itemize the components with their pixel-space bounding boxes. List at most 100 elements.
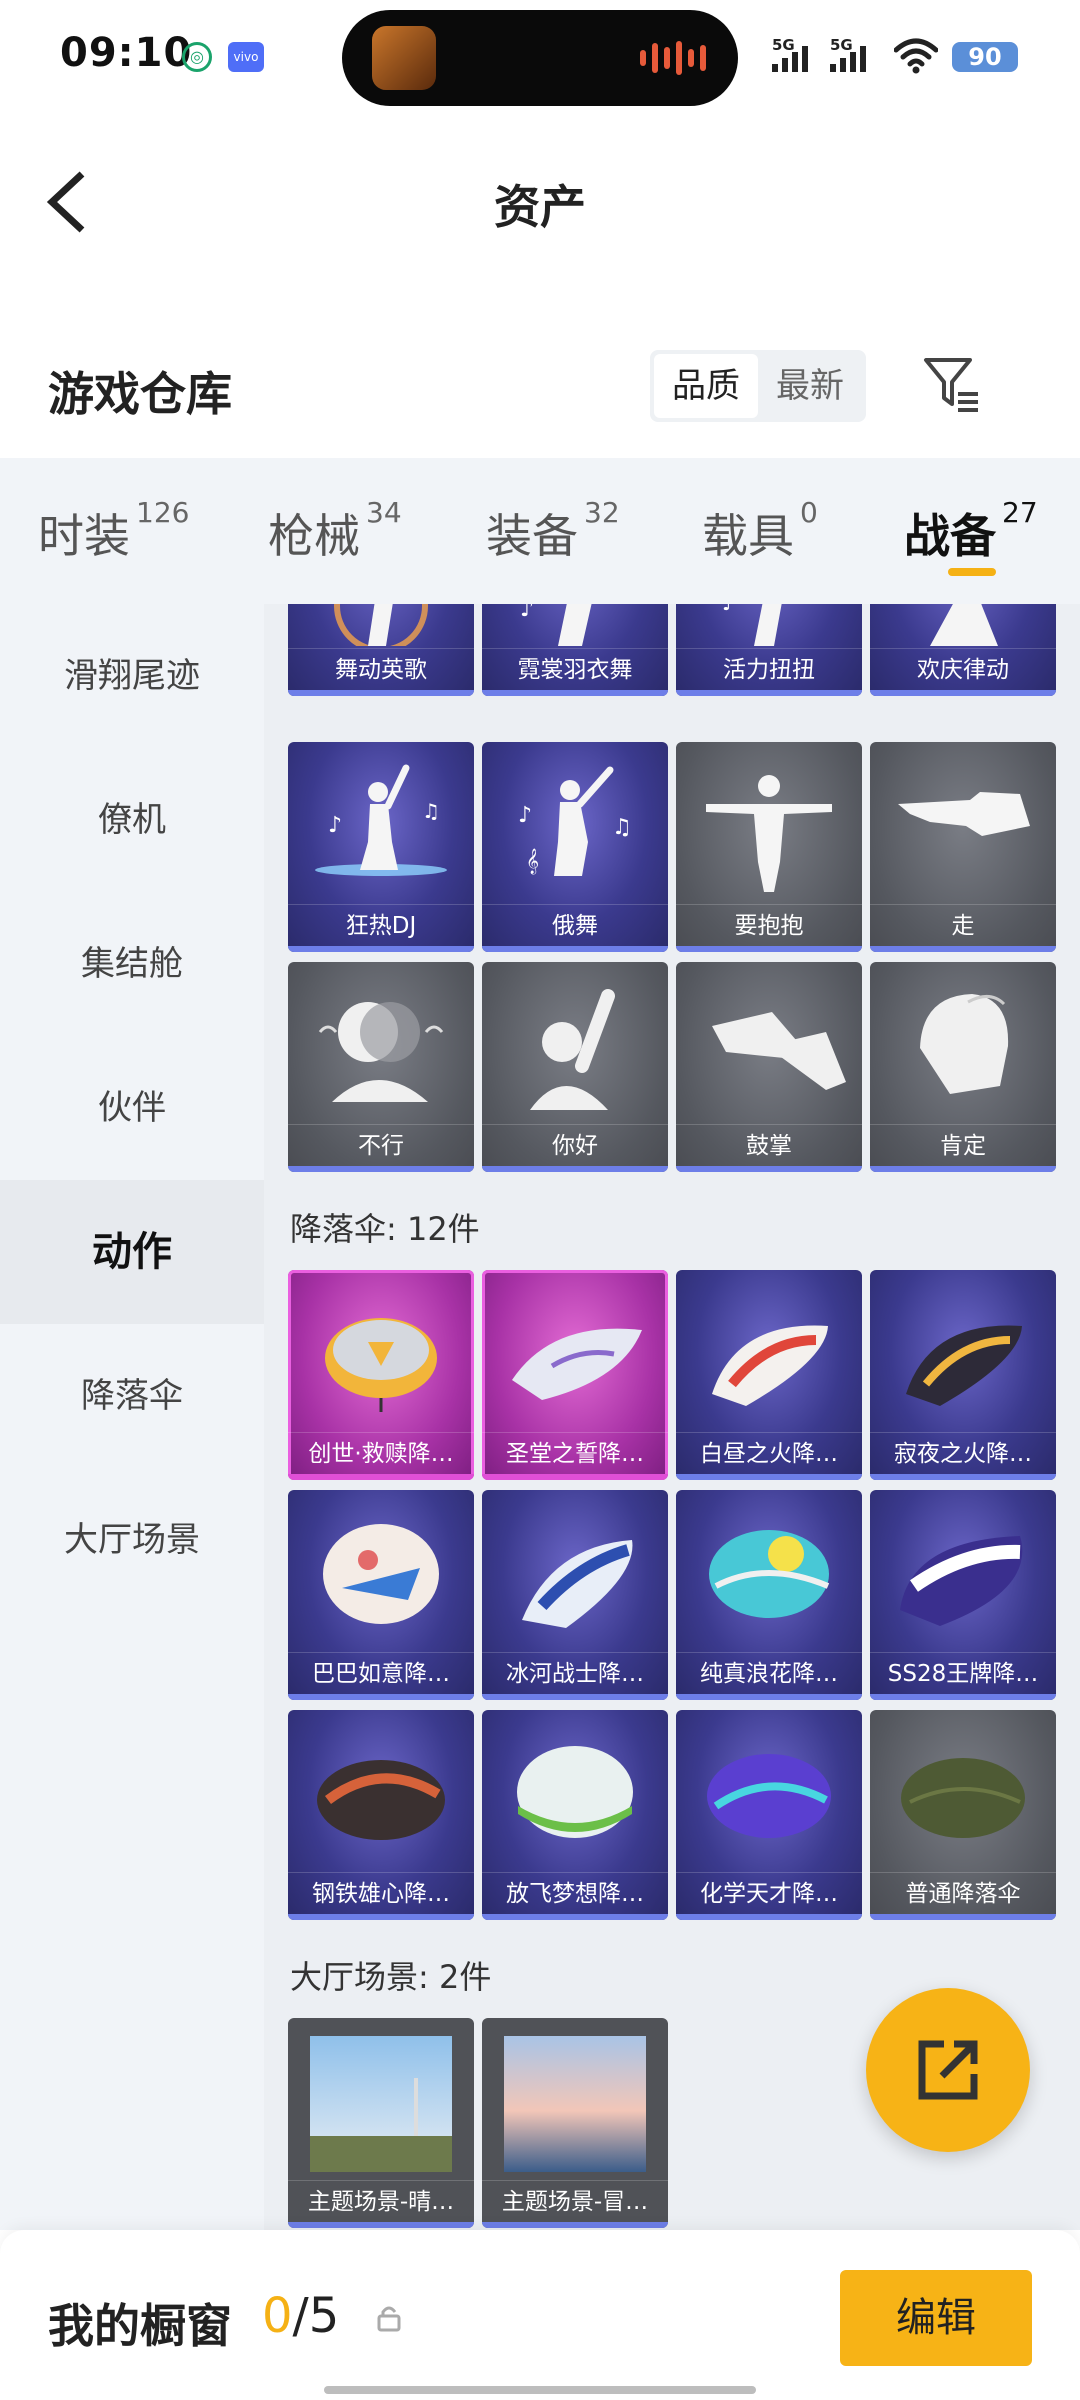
- app-notification-icon: ◎: [182, 42, 212, 72]
- signal-icon-2: 5G: [830, 36, 866, 72]
- parachute-card[interactable]: 巴巴如意降…: [288, 1490, 474, 1700]
- svg-text:𝄞: 𝄞: [526, 848, 539, 874]
- emote-card[interactable]: ♪ ♫ 狂热DJ: [288, 742, 474, 952]
- parachute-icon: [325, 1318, 437, 1412]
- wifi-icon: [894, 38, 938, 74]
- sort-quality-button[interactable]: 品质: [654, 354, 758, 418]
- emote-figure-icon: [706, 775, 832, 892]
- item-grid: 舞动英歌 ♪ 霓裳羽衣舞 ♪ 活力扭扭 欢庆律动 ♪♫ 狂热DJ ♪♫𝄞 俄舞: [264, 604, 1080, 2230]
- sidebar-item-lobby-scene[interactable]: 大厅场景: [0, 1468, 264, 1612]
- emote-card[interactable]: 不行: [288, 962, 474, 1172]
- emote-figure-icon: [334, 604, 428, 646]
- sidebar-item-companion[interactable]: 伙伴: [0, 1036, 264, 1180]
- waving-figure-icon: [530, 989, 615, 1110]
- parachute-icon: [900, 1536, 1023, 1626]
- parachute-icon: [712, 1325, 828, 1406]
- emote-figure-icon: ♪♫: [315, 764, 447, 876]
- emote-figure-icon: ♪: [722, 604, 782, 646]
- tab-fashion[interactable]: 时装 126: [38, 496, 189, 566]
- parachute-icon: [707, 1754, 831, 1838]
- parachute-icon: [323, 1524, 439, 1624]
- signal-icon-1: 5G: [772, 36, 808, 72]
- edit-button[interactable]: 编辑: [840, 2270, 1032, 2366]
- showcase-bar: 我的橱窗 0/5 编辑: [0, 2230, 1080, 2400]
- parachute-card[interactable]: 普通降落伞: [870, 1710, 1056, 1920]
- parachute-icon: [317, 1760, 445, 1840]
- tab-vehicles[interactable]: 载具 0: [702, 496, 818, 566]
- svg-text:♪: ♪: [722, 604, 735, 615]
- sidebar-item-emotes[interactable]: 动作: [0, 1180, 264, 1324]
- svg-text:♪: ♪: [518, 803, 532, 828]
- sidebar-item-parachute[interactable]: 降落伞: [0, 1324, 264, 1468]
- nodding-head-icon: [920, 994, 1009, 1094]
- game-app-icon: [372, 26, 436, 90]
- audio-wave-icon: [640, 40, 706, 76]
- sidebar-item-pod[interactable]: 集结舱: [0, 892, 264, 1036]
- sort-newest-button[interactable]: 最新: [758, 354, 862, 418]
- parachute-icon: [522, 1540, 633, 1628]
- parachute-card[interactable]: SS28王牌降…: [870, 1490, 1056, 1700]
- lobby-scene-section-title: 大厅场景: 2件: [290, 1958, 492, 1996]
- share-icon: [918, 2040, 978, 2100]
- share-button[interactable]: [866, 1988, 1030, 2152]
- parachute-card[interactable]: 冰河战士降…: [482, 1490, 668, 1700]
- clapping-hands-icon: [712, 1012, 846, 1090]
- parachute-card[interactable]: 钢铁雄心降…: [288, 1710, 474, 1920]
- showcase-count: 0/5: [262, 2288, 340, 2344]
- scene-thumbnail: [310, 2036, 452, 2172]
- status-time: 09:10: [60, 30, 193, 76]
- parachute-icon: [517, 1746, 633, 1838]
- emote-card[interactable]: 你好: [482, 962, 668, 1172]
- active-tab-indicator: [948, 568, 996, 576]
- showcase-label: 我的橱窗: [48, 2299, 232, 2353]
- emote-figure-icon: ♪ ♫ 𝄞: [518, 766, 632, 876]
- parachute-icon: [906, 1325, 1022, 1406]
- emote-card[interactable]: ♪ 活力扭扭: [676, 604, 862, 696]
- parachute-icon: [512, 1328, 642, 1400]
- tab-weapons[interactable]: 枪械 34: [268, 496, 402, 566]
- sidebar: 滑翔尾迹 僚机 集结舱 伙伴 动作 降落伞 大厅场景: [0, 604, 264, 2230]
- svg-text:♪: ♪: [520, 604, 534, 622]
- home-indicator[interactable]: [324, 2386, 756, 2394]
- parachute-card[interactable]: 纯真浪花降…: [676, 1490, 862, 1700]
- vivo-notification-icon: vivo: [228, 42, 264, 72]
- dynamic-island[interactable]: [342, 10, 738, 106]
- svg-text:♫: ♫: [422, 799, 440, 823]
- svg-text:♪: ♪: [328, 813, 342, 838]
- sidebar-item-wingman[interactable]: 僚机: [0, 748, 264, 892]
- sort-toggle: 品质 最新: [650, 350, 866, 422]
- emote-card[interactable]: 肯定: [870, 962, 1056, 1172]
- parachute-card[interactable]: 创世·救赎降…: [288, 1270, 474, 1480]
- tab-battle-prep[interactable]: 战备 27: [904, 496, 1038, 566]
- warehouse-title: 游戏仓库: [48, 367, 232, 421]
- parachute-section-title: 降落伞: 12件: [290, 1210, 480, 1248]
- emote-card[interactable]: ♪ ♫ 𝄞 俄舞: [482, 742, 668, 952]
- parachute-card[interactable]: 圣堂之誓降…: [482, 1270, 668, 1480]
- parachute-card[interactable]: 白昼之火降…: [676, 1270, 862, 1480]
- svg-text:♫: ♫: [612, 815, 632, 840]
- parachute-card[interactable]: 化学天才降…: [676, 1710, 862, 1920]
- sidebar-item-glide-trail[interactable]: 滑翔尾迹: [0, 604, 264, 748]
- emote-card[interactable]: ♪ 霓裳羽衣舞: [482, 604, 668, 696]
- filter-icon[interactable]: [920, 352, 984, 416]
- status-bar: 09:10 ◎ vivo 5G 5G 90: [0, 0, 1080, 116]
- page-title: 资产: [494, 180, 586, 234]
- tab-equipment[interactable]: 装备 32: [486, 496, 620, 566]
- battery-indicator: 90: [952, 42, 1018, 72]
- emote-figure-icon: ♪: [520, 604, 592, 646]
- emote-card[interactable]: 要抱抱: [676, 742, 862, 952]
- emote-figure-icon: [930, 604, 998, 646]
- parachute-icon: [709, 1530, 830, 1618]
- lobby-scene-card[interactable]: 主题场景-冒…: [482, 2018, 668, 2228]
- parachute-card[interactable]: 放飞梦想降…: [482, 1710, 668, 1920]
- parachute-icon: [901, 1758, 1025, 1838]
- pointing-hand-icon: [898, 792, 1030, 836]
- head-shake-icon: [318, 1002, 444, 1102]
- emote-card[interactable]: 走: [870, 742, 1056, 952]
- parachute-card[interactable]: 寂夜之火降…: [870, 1270, 1056, 1480]
- lobby-scene-card[interactable]: 主题场景-晴…: [288, 2018, 474, 2228]
- emote-card[interactable]: 舞动英歌: [288, 604, 474, 696]
- scene-thumbnail: [504, 2036, 646, 2172]
- emote-card[interactable]: 欢庆律动: [870, 604, 1056, 696]
- emote-card[interactable]: 鼓掌: [676, 962, 862, 1172]
